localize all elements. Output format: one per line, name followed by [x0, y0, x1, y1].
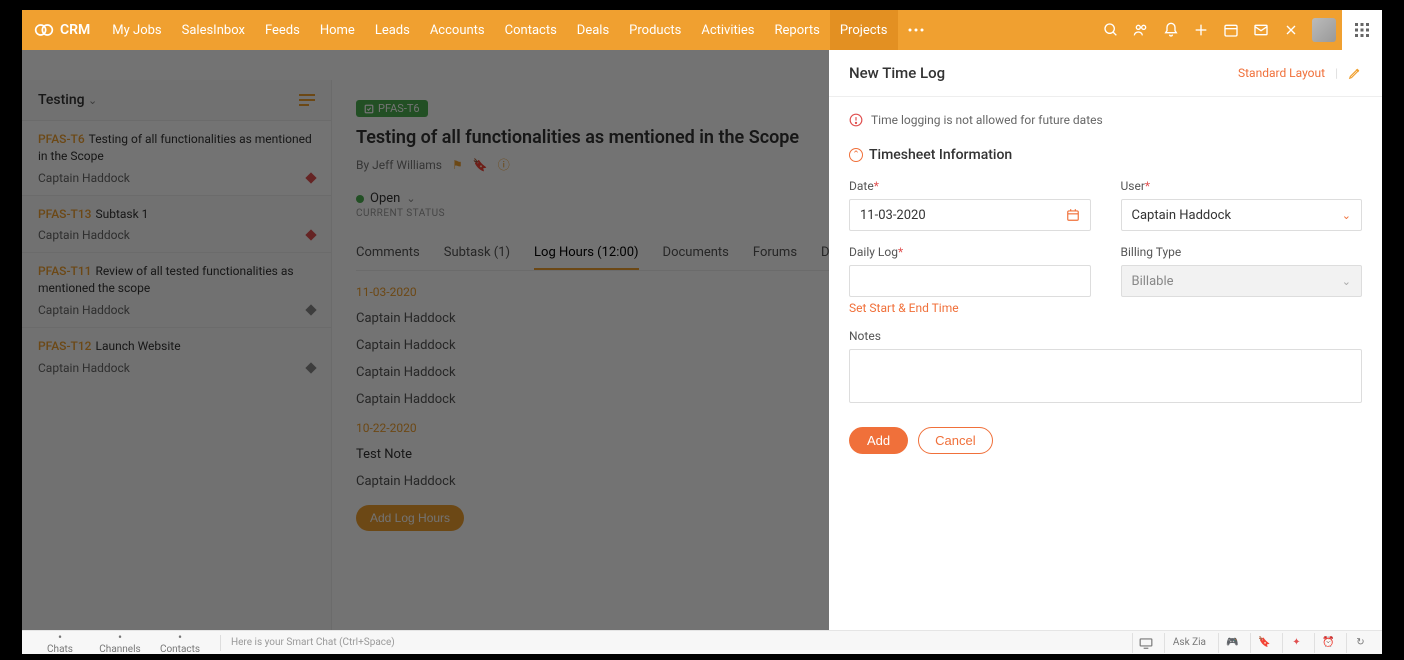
nav-reports[interactable]: Reports — [765, 10, 830, 50]
info-icon[interactable]: ⓘ — [498, 156, 510, 173]
tab-subtask[interactable]: Subtask (1) — [444, 237, 510, 270]
time-log-panel: New Time Log Standard Layout | Time logg… — [829, 50, 1382, 630]
task-item[interactable]: PFAS-T11Review of all tested functionali… — [22, 252, 331, 327]
task-item[interactable]: PFAS-T6Testing of all functionalities as… — [22, 120, 331, 195]
bookmark-icon[interactable]: 🔖 — [1250, 633, 1278, 653]
sidebar-menu-icon[interactable] — [299, 94, 315, 106]
task-chip: PFAS-T6 — [356, 100, 428, 117]
alert-text: Time logging is not allowed for future d… — [871, 113, 1103, 127]
nav-products[interactable]: Products — [619, 10, 691, 50]
date-label: Date* — [849, 179, 1091, 193]
tools-icon[interactable] — [1276, 10, 1306, 50]
smart-chat-hint: Here is your Smart Chat (Ctrl+Space) — [231, 637, 395, 648]
gamepad-icon[interactable]: 🎮 — [1218, 633, 1246, 653]
user-select[interactable]: Captain Haddock ⌄ — [1121, 199, 1363, 231]
chevron-down-icon: ⌄ — [1342, 275, 1351, 288]
nav-activities[interactable]: Activities — [691, 10, 764, 50]
footer: •Chats•Channels•Contacts Here is your Sm… — [22, 630, 1382, 654]
byline-text: By Jeff Williams — [356, 158, 442, 172]
calendar-icon[interactable] — [1066, 208, 1080, 222]
nav-salesinbox[interactable]: SalesInbox — [172, 10, 255, 50]
cancel-button[interactable]: Cancel — [918, 427, 992, 454]
puzzle-icon[interactable]: ✦ — [1282, 633, 1310, 653]
people-icon[interactable] — [1126, 10, 1156, 50]
standard-layout-link[interactable]: Standard Layout — [1238, 66, 1325, 80]
nav-home[interactable]: Home — [310, 10, 365, 50]
footer-chats[interactable]: •Chats — [30, 630, 90, 655]
avatar[interactable] — [1312, 18, 1336, 42]
user-label: User* — [1121, 179, 1363, 193]
panel-header: New Time Log Standard Layout | — [829, 50, 1382, 97]
brand: CRM — [22, 20, 102, 40]
nav-accounts[interactable]: Accounts — [420, 10, 495, 50]
add-button[interactable]: Add — [849, 427, 908, 454]
tab-comments[interactable]: Comments — [356, 237, 420, 270]
alert-icon — [849, 113, 863, 127]
nav-more[interactable] — [898, 28, 934, 32]
notes-label: Notes — [849, 329, 1362, 343]
nav-projects[interactable]: Projects — [830, 10, 898, 50]
brand-text: CRM — [60, 22, 90, 38]
nav-contacts[interactable]: Contacts — [495, 10, 567, 50]
billing-type-select[interactable]: Billable ⌄ — [1121, 265, 1363, 297]
ask-zia[interactable]: Ask Zia — [1164, 633, 1214, 653]
task-item[interactable]: PFAS-T12Launch Website Captain Haddock — [22, 327, 331, 385]
chevron-down-icon: ⌄ — [1342, 209, 1351, 222]
tab-documents[interactable]: Documents — [663, 237, 729, 270]
date-input[interactable]: 11-03-2020 — [849, 199, 1091, 231]
sidebar: Testing ⌄ PFAS-T6Testing of all function… — [22, 80, 332, 630]
clock-icon[interactable]: ⏰ — [1314, 633, 1342, 653]
billing-type-label: Billing Type — [1121, 245, 1363, 259]
topbar: CRM My JobsSalesInboxFeedsHomeLeadsAccou… — [22, 10, 1382, 50]
bell-icon[interactable] — [1156, 10, 1186, 50]
footer-contacts[interactable]: •Contacts — [150, 630, 210, 655]
user-value: Captain Haddock — [1132, 208, 1232, 223]
nav-my-jobs[interactable]: My Jobs — [102, 10, 171, 50]
set-time-link[interactable]: Set Start & End Time — [849, 301, 1091, 315]
apps-grid-icon[interactable] — [1342, 10, 1382, 50]
panel-title: New Time Log — [849, 64, 945, 82]
plus-icon[interactable] — [1186, 10, 1216, 50]
daily-log-label: Daily Log* — [849, 245, 1091, 259]
panel-body: Time logging is not allowed for future d… — [829, 97, 1382, 630]
tab-forums[interactable]: Forums — [753, 237, 797, 270]
chevron-down-icon: ⌄ — [406, 192, 415, 205]
flag-icon[interactable]: ⚑ — [452, 158, 463, 172]
topbar-right — [1096, 10, 1382, 50]
status-dot-icon — [356, 195, 364, 203]
section-head[interactable]: ⌃ Timesheet Information — [849, 147, 1362, 163]
section-label: Timesheet Information — [869, 147, 1012, 163]
add-log-hours-button[interactable]: Add Log Hours — [356, 505, 464, 531]
task-item[interactable]: PFAS-T13Subtask 1 Captain Haddock — [22, 195, 331, 253]
nav-deals[interactable]: Deals — [567, 10, 619, 50]
tab-log[interactable]: Log Hours (12:00) — [534, 237, 638, 270]
alert: Time logging is not allowed for future d… — [849, 113, 1362, 127]
sidebar-title: Testing — [38, 92, 85, 108]
edit-icon[interactable] — [1348, 66, 1362, 80]
sidebar-header[interactable]: Testing ⌄ — [22, 80, 331, 120]
date-value: 11-03-2020 — [860, 208, 926, 223]
task-list: PFAS-T6Testing of all functionalities as… — [22, 120, 331, 630]
footer-channels[interactable]: •Channels — [90, 630, 150, 655]
screen-icon[interactable] — [1132, 633, 1160, 653]
search-icon[interactable] — [1096, 10, 1126, 50]
brand-icon — [34, 20, 54, 40]
daily-log-input[interactable] — [849, 265, 1091, 297]
nav-leads[interactable]: Leads — [365, 10, 420, 50]
status-text: Open — [370, 191, 400, 206]
nav-feeds[interactable]: Feeds — [255, 10, 310, 50]
billing-type-value: Billable — [1132, 274, 1174, 289]
collapse-icon: ⌃ — [849, 148, 863, 162]
mail-icon[interactable] — [1246, 10, 1276, 50]
chevron-down-icon: ⌄ — [88, 94, 97, 107]
nav: My JobsSalesInboxFeedsHomeLeadsAccountsC… — [102, 10, 897, 50]
task-chip-label: PFAS-T6 — [378, 102, 420, 115]
calendar-icon[interactable] — [1216, 10, 1246, 50]
body: Testing ⌄ PFAS-T6Testing of all function… — [22, 50, 1382, 630]
history-icon[interactable]: ↻ — [1346, 633, 1374, 653]
notes-textarea[interactable] — [849, 349, 1362, 403]
check-icon — [364, 104, 374, 114]
bookmark-icon[interactable]: 🔖 — [473, 158, 488, 172]
